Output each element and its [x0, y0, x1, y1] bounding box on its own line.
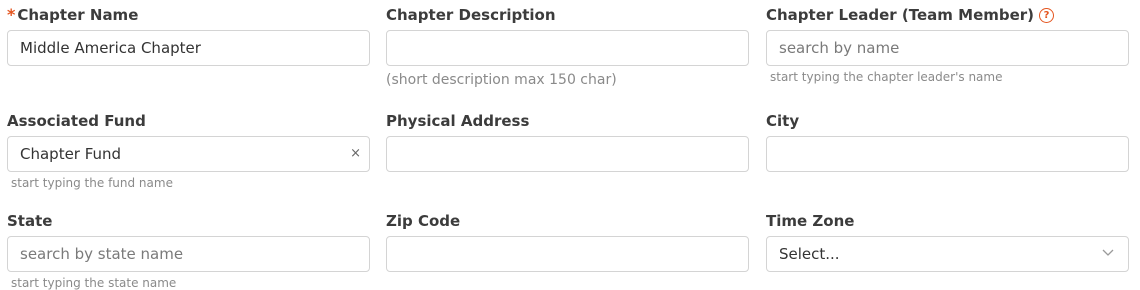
time-zone-field: Time Zone Select...	[766, 211, 1129, 272]
time-zone-label: Time Zone	[766, 212, 855, 230]
state-label: State	[7, 212, 53, 230]
time-zone-selected-value: Select...	[779, 245, 840, 263]
chapter-leader-input[interactable]	[767, 31, 1128, 65]
city-label: City	[766, 112, 800, 130]
physical-address-label: Physical Address	[386, 112, 530, 130]
clear-icon[interactable]: ×	[350, 146, 361, 161]
required-marker: *	[7, 5, 16, 24]
city-box	[766, 136, 1129, 172]
chevron-down-icon	[1102, 249, 1114, 256]
chapter-name-label-text: Chapter Name	[17, 6, 139, 24]
zip-code-input[interactable]	[387, 237, 748, 271]
state-hint: start typing the state name	[11, 276, 177, 290]
state-input[interactable]	[8, 237, 369, 271]
state-box	[7, 236, 370, 272]
chapter-leader-field: Chapter Leader (Team Member) ? start typ…	[766, 5, 1129, 84]
zip-code-field: Zip Code	[386, 211, 749, 272]
state-field: State start typing the state name	[7, 211, 370, 290]
chapter-leader-box	[766, 30, 1129, 66]
city-input[interactable]	[767, 137, 1128, 171]
physical-address-input[interactable]	[387, 137, 748, 171]
chapter-name-label: * Chapter Name	[7, 5, 370, 25]
help-icon[interactable]: ?	[1039, 7, 1055, 23]
time-zone-select[interactable]: Select...	[766, 236, 1129, 272]
chapter-description-field: Chapter Description (short description m…	[386, 5, 749, 88]
associated-fund-input[interactable]	[8, 137, 369, 171]
associated-fund-field: Associated Fund × start typing the fund …	[7, 111, 370, 190]
chapter-name-box	[7, 30, 370, 66]
physical-address-field: Physical Address	[386, 111, 749, 172]
associated-fund-hint: start typing the fund name	[11, 176, 173, 190]
chapter-description-hint: (short description max 150 char)	[386, 72, 617, 88]
associated-fund-label: Associated Fund	[7, 112, 146, 130]
chapter-leader-hint: start typing the chapter leader's name	[770, 70, 1003, 84]
chapter-name-field: * Chapter Name	[7, 5, 370, 66]
chapter-name-input[interactable]	[8, 31, 369, 65]
associated-fund-box: ×	[7, 136, 370, 172]
city-field: City	[766, 111, 1129, 172]
chapter-description-box	[386, 30, 749, 66]
zip-code-label: Zip Code	[386, 212, 461, 230]
physical-address-box	[386, 136, 749, 172]
zip-code-box	[386, 236, 749, 272]
chapter-leader-label: Chapter Leader (Team Member) ?	[766, 5, 1129, 25]
chapter-leader-label-text: Chapter Leader (Team Member)	[766, 6, 1035, 24]
chapter-description-input[interactable]	[387, 31, 748, 65]
chapter-description-label: Chapter Description	[386, 6, 556, 24]
